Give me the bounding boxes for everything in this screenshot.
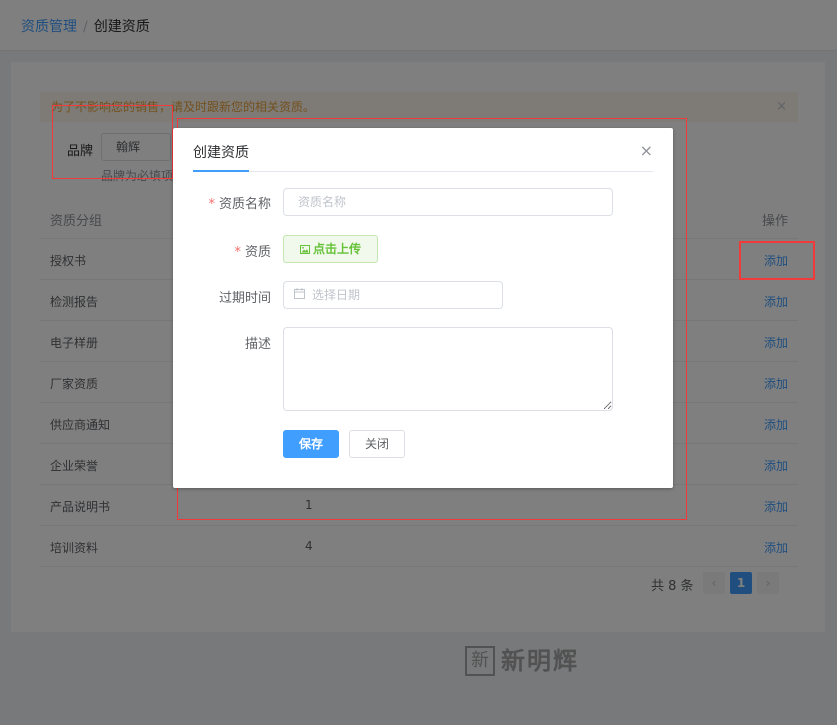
required-mark: * xyxy=(208,197,215,212)
create-qualification-dialog: 创建资质 × *资质名称 *资质 点击上传 过期时间 描述 保存 关闭 xyxy=(173,128,673,488)
dialog-title-divider xyxy=(193,171,653,172)
upload-button[interactable]: 点击上传 xyxy=(283,235,378,263)
picture-icon xyxy=(299,245,310,254)
upload-label: 点击上传 xyxy=(312,242,361,256)
expire-date-picker[interactable] xyxy=(283,281,503,309)
dialog-title: 创建资质 xyxy=(193,145,249,161)
close-button[interactable]: 关闭 xyxy=(349,430,405,458)
expire-date-input[interactable] xyxy=(312,282,498,308)
file-field-label: * 资质 xyxy=(234,245,271,260)
required-mark: * xyxy=(234,245,241,260)
calendar-icon xyxy=(294,288,305,299)
desc-field-label: 描述 xyxy=(244,337,271,352)
dialog-close-icon[interactable]: × xyxy=(640,141,653,160)
dialog-title-underline xyxy=(193,170,249,172)
expire-field-label: 过期时间 xyxy=(218,291,271,306)
save-button[interactable]: 保存 xyxy=(283,430,339,458)
name-field-label: * 资质名称 xyxy=(208,197,271,212)
qualification-name-input[interactable] xyxy=(283,188,613,216)
description-textarea[interactable] xyxy=(283,327,613,411)
